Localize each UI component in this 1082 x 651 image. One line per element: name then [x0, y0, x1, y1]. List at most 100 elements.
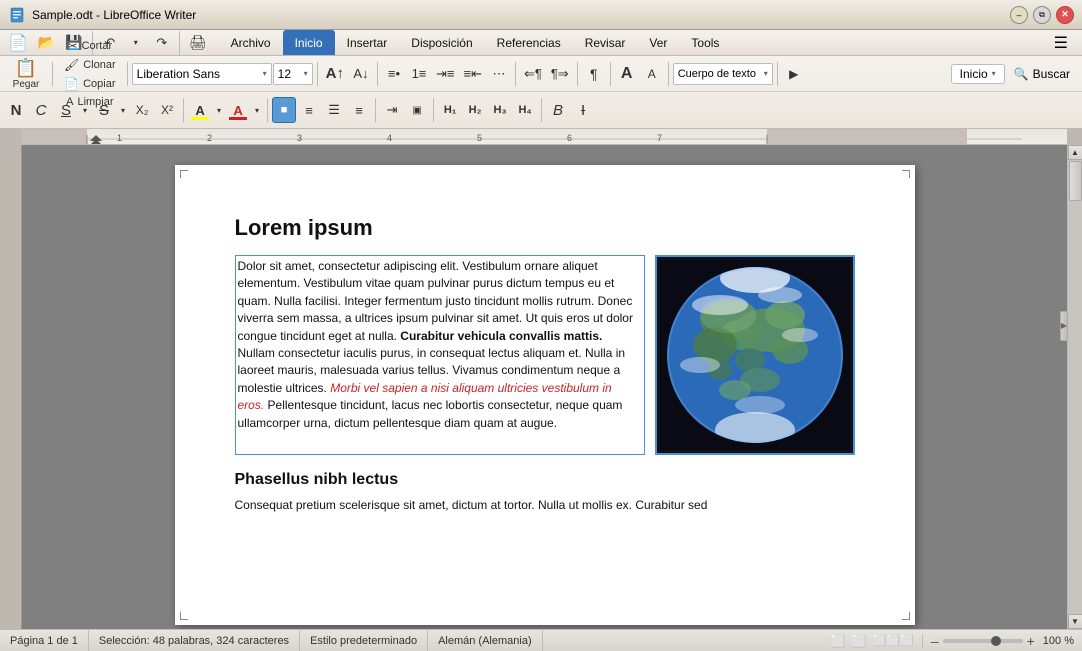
close-button[interactable]: ✕	[1056, 6, 1074, 24]
document-title: Lorem ipsum	[235, 215, 855, 241]
indent-button[interactable]: ⇥	[380, 97, 404, 123]
scroll-down-button[interactable]: ▼	[1068, 614, 1082, 629]
undo-dropdown[interactable]: ▾	[124, 30, 148, 56]
web-layout-button[interactable]: ⬜	[852, 634, 867, 648]
statusbar: Página 1 de 1 Selección: 48 palabras, 32…	[0, 629, 1082, 651]
zoom-level: 100 %	[1043, 635, 1074, 647]
new-file-button[interactable]: 📄	[4, 30, 32, 56]
open-file-button[interactable]: 📂	[34, 30, 59, 56]
underline-dropdown[interactable]: ▾	[79, 97, 91, 123]
align-left-button[interactable]: ≡	[297, 97, 321, 123]
zoom-track[interactable]	[943, 639, 1023, 643]
outline-button[interactable]: ▣	[405, 97, 429, 123]
corner-mark-br	[902, 612, 910, 620]
redo-button[interactable]: ↷	[150, 30, 174, 56]
list-indent-button[interactable]: ⇥≡	[432, 61, 458, 87]
ruler: 1 2 3 4 5 6 7	[0, 129, 1082, 145]
menu-item-revisar[interactable]: Revisar	[573, 30, 638, 55]
font-color-button[interactable]: A	[226, 97, 250, 123]
font-size-selector[interactable]: 12 ▾	[273, 63, 313, 85]
more-button[interactable]: ▶	[782, 61, 806, 87]
scroll-up-button[interactable]: ▲	[1068, 145, 1082, 160]
zoom-out-button[interactable]: –	[931, 633, 939, 649]
highlight-dropdown[interactable]: ▾	[213, 97, 225, 123]
style-selector[interactable]: Cuerpo de texto ▾	[673, 63, 773, 85]
rtl-button[interactable]: ¶⇒	[547, 61, 573, 87]
strikethrough2-button[interactable]: I	[571, 97, 595, 123]
paste-button[interactable]: 📋 Pegar	[4, 61, 48, 87]
toolbar2: N C S ▾ S ▾ X₂ X² A ▾ A ▾ ■ ≡ ☰ ≡ ⇥ ▣	[0, 92, 1082, 128]
menu-item-referencias[interactable]: Referencias	[485, 30, 573, 55]
menu-expand-button[interactable]: ☰	[1044, 30, 1078, 55]
unordered-list-button[interactable]: ≡•	[382, 61, 406, 87]
zoom-in-button[interactable]: +	[1027, 633, 1035, 649]
strikethrough-button[interactable]: S	[92, 97, 116, 123]
menu-item-inicio[interactable]: Inicio	[283, 30, 335, 55]
menu-item-tools[interactable]: Tools	[679, 30, 731, 55]
minimize-button[interactable]: –	[1010, 6, 1028, 24]
cut-button[interactable]: ✂ Cortar	[57, 37, 123, 55]
sidebar-toggle-button[interactable]: ▶	[1060, 311, 1068, 341]
buscar-button[interactable]: 🔍 Buscar	[1006, 65, 1078, 83]
menu-item-insertar[interactable]: Insertar	[335, 30, 400, 55]
strikethrough-dropdown[interactable]: ▾	[117, 97, 129, 123]
document-paragraph-2: Consequat pretium scelerisque sit amet, …	[235, 497, 855, 514]
svg-text:3: 3	[297, 133, 302, 143]
corner-mark-tr	[902, 170, 910, 178]
font-color-dropdown[interactable]: ▾	[251, 97, 263, 123]
clone-button[interactable]: 🖌 Clonar	[57, 56, 123, 74]
view-icons-group[interactable]: ⬜⬜⬜	[873, 634, 914, 647]
underline-button[interactable]: S	[54, 97, 78, 123]
ltr-button[interactable]: ⇐¶	[520, 61, 546, 87]
subscript-button[interactable]: X₂	[130, 97, 154, 123]
language-info: Alemán (Alemania)	[428, 630, 543, 651]
menu-item-archivo[interactable]: Archivo	[219, 30, 283, 55]
paragraph-1-part3: Pellentesque tincidunt, lacus nec lobort…	[238, 398, 623, 429]
grow-font-button[interactable]: A↑	[322, 61, 348, 87]
document-section-1: Dolor sit amet, consectetur adipiscing e…	[235, 255, 855, 455]
svg-text:4: 4	[387, 133, 392, 143]
italic-button[interactable]: C	[29, 97, 53, 123]
h2-button[interactable]: H₂	[463, 97, 487, 123]
bold-button[interactable]: N	[4, 97, 28, 123]
svg-text:7: 7	[657, 133, 662, 143]
document-text-block[interactable]: Dolor sit amet, consectetur adipiscing e…	[235, 255, 645, 455]
app-icon	[8, 6, 26, 24]
h1-button[interactable]: H₁	[438, 97, 462, 123]
document-subtitle-2: Phasellus nibh lectus	[235, 471, 855, 489]
zoom-area: – + 100 %	[923, 633, 1082, 649]
font-name-selector[interactable]: Liberation Sans ▾	[132, 63, 272, 85]
toolbar-area: 📋 Pegar ✂ Cortar 🖌 Clonar 📄 Copiar A Lim…	[0, 56, 1082, 129]
align-right-button[interactable]: ≡	[347, 97, 371, 123]
copy-button[interactable]: 📄 Copiar	[57, 75, 123, 93]
list-extra-button[interactable]: ⋯	[487, 61, 511, 87]
align-center-button[interactable]: ☰	[322, 97, 346, 123]
document-page: Lorem ipsum Dolor sit amet, consectetur …	[175, 165, 915, 625]
inicio-button[interactable]: Inicio ▾	[951, 64, 1005, 84]
active-highlight-button[interactable]: ■	[272, 97, 296, 123]
h4-button[interactable]: H₄	[513, 97, 537, 123]
svg-text:6: 6	[567, 133, 572, 143]
paragraph-mark-button[interactable]: ¶	[582, 61, 606, 87]
font-size-large-button[interactable]: A	[615, 61, 639, 87]
scrollbar-track[interactable]	[1068, 160, 1082, 614]
menu-item-ver[interactable]: Ver	[637, 30, 679, 55]
ordered-list-button[interactable]: 1≡	[407, 61, 431, 87]
print-layout-button[interactable]: ⬜	[831, 634, 846, 648]
font-size-small-button[interactable]: A	[640, 61, 664, 87]
shrink-font-button[interactable]: A↓	[349, 61, 373, 87]
menubar: 📄 📂 💾 ↶ ▾ ↷ 🖨 Archivo Inicio Insertar Di…	[0, 30, 1082, 56]
highlight-color-button[interactable]: A	[188, 97, 212, 123]
list-outdent-button[interactable]: ≡⇤	[459, 61, 485, 87]
scrollbar-thumb[interactable]	[1069, 161, 1082, 201]
print-button[interactable]: 🖨	[185, 30, 211, 56]
view-icons: ⬜ ⬜ ⬜⬜⬜	[823, 634, 923, 648]
superscript-button[interactable]: X²	[155, 97, 179, 123]
zoom-thumb[interactable]	[991, 636, 1001, 646]
menu-item-disposicion[interactable]: Disposición	[399, 30, 484, 55]
h3-button[interactable]: H₃	[488, 97, 512, 123]
svg-text:5: 5	[477, 133, 482, 143]
scroll-area[interactable]: Lorem ipsum Dolor sit amet, consectetur …	[22, 145, 1067, 629]
maximize-button[interactable]: ⧉	[1033, 6, 1051, 24]
italic2-button[interactable]: B	[546, 97, 570, 123]
